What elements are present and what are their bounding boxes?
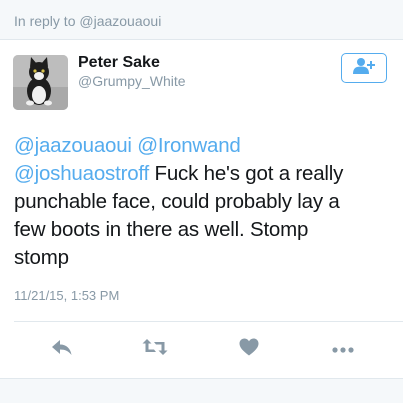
mention-link[interactable]: @Ironwand	[137, 134, 241, 157]
tweet-text: @jaazouaoui @Ironwand @joshuaostroff Fuc…	[14, 132, 392, 272]
reply-icon	[51, 338, 73, 361]
tweet-line-3: punchable face, could probably lay a	[14, 190, 340, 213]
more-icon	[332, 340, 354, 358]
more-button[interactable]	[329, 336, 357, 362]
reply-context-bar: In reply to @jaazouaoui	[0, 0, 403, 40]
avatar[interactable]	[13, 55, 68, 110]
tweet-line-4: few boots in there as well. Stomp	[14, 218, 309, 241]
tweet-line-1: @jaazouaoui @Ironwand	[14, 132, 392, 160]
reply-mention-link[interactable]: @jaazouaoui	[79, 13, 161, 29]
add-user-icon	[352, 57, 376, 80]
bottom-strip	[0, 378, 403, 403]
like-button[interactable]	[235, 336, 263, 362]
heart-icon	[239, 338, 259, 361]
tweet-card: Peter Sake @Grumpy_White @jaazouaoui @Ir…	[0, 40, 403, 378]
retweet-button[interactable]	[141, 336, 169, 362]
tweet-line-2: @joshuaostroff Fuck he's got a really	[14, 160, 392, 188]
mention-link[interactable]: @joshuaostroff	[14, 162, 149, 185]
tweet-timestamp[interactable]: 11/21/15, 1:53 PM	[14, 288, 119, 303]
reply-button[interactable]	[48, 336, 76, 362]
author-handle[interactable]: @Grumpy_White	[78, 73, 186, 89]
reply-prefix: In reply to	[14, 13, 76, 29]
tweet-line-5: stomp	[14, 246, 69, 269]
author-display-name[interactable]: Peter Sake	[78, 54, 160, 72]
tweet-actions	[0, 322, 403, 378]
cat-avatar-image	[13, 55, 68, 110]
mention-link[interactable]: @jaazouaoui	[14, 134, 132, 157]
tweet-body-text: Fuck he's got a really	[154, 162, 344, 185]
follow-button[interactable]	[341, 53, 387, 83]
retweet-icon	[142, 338, 168, 361]
